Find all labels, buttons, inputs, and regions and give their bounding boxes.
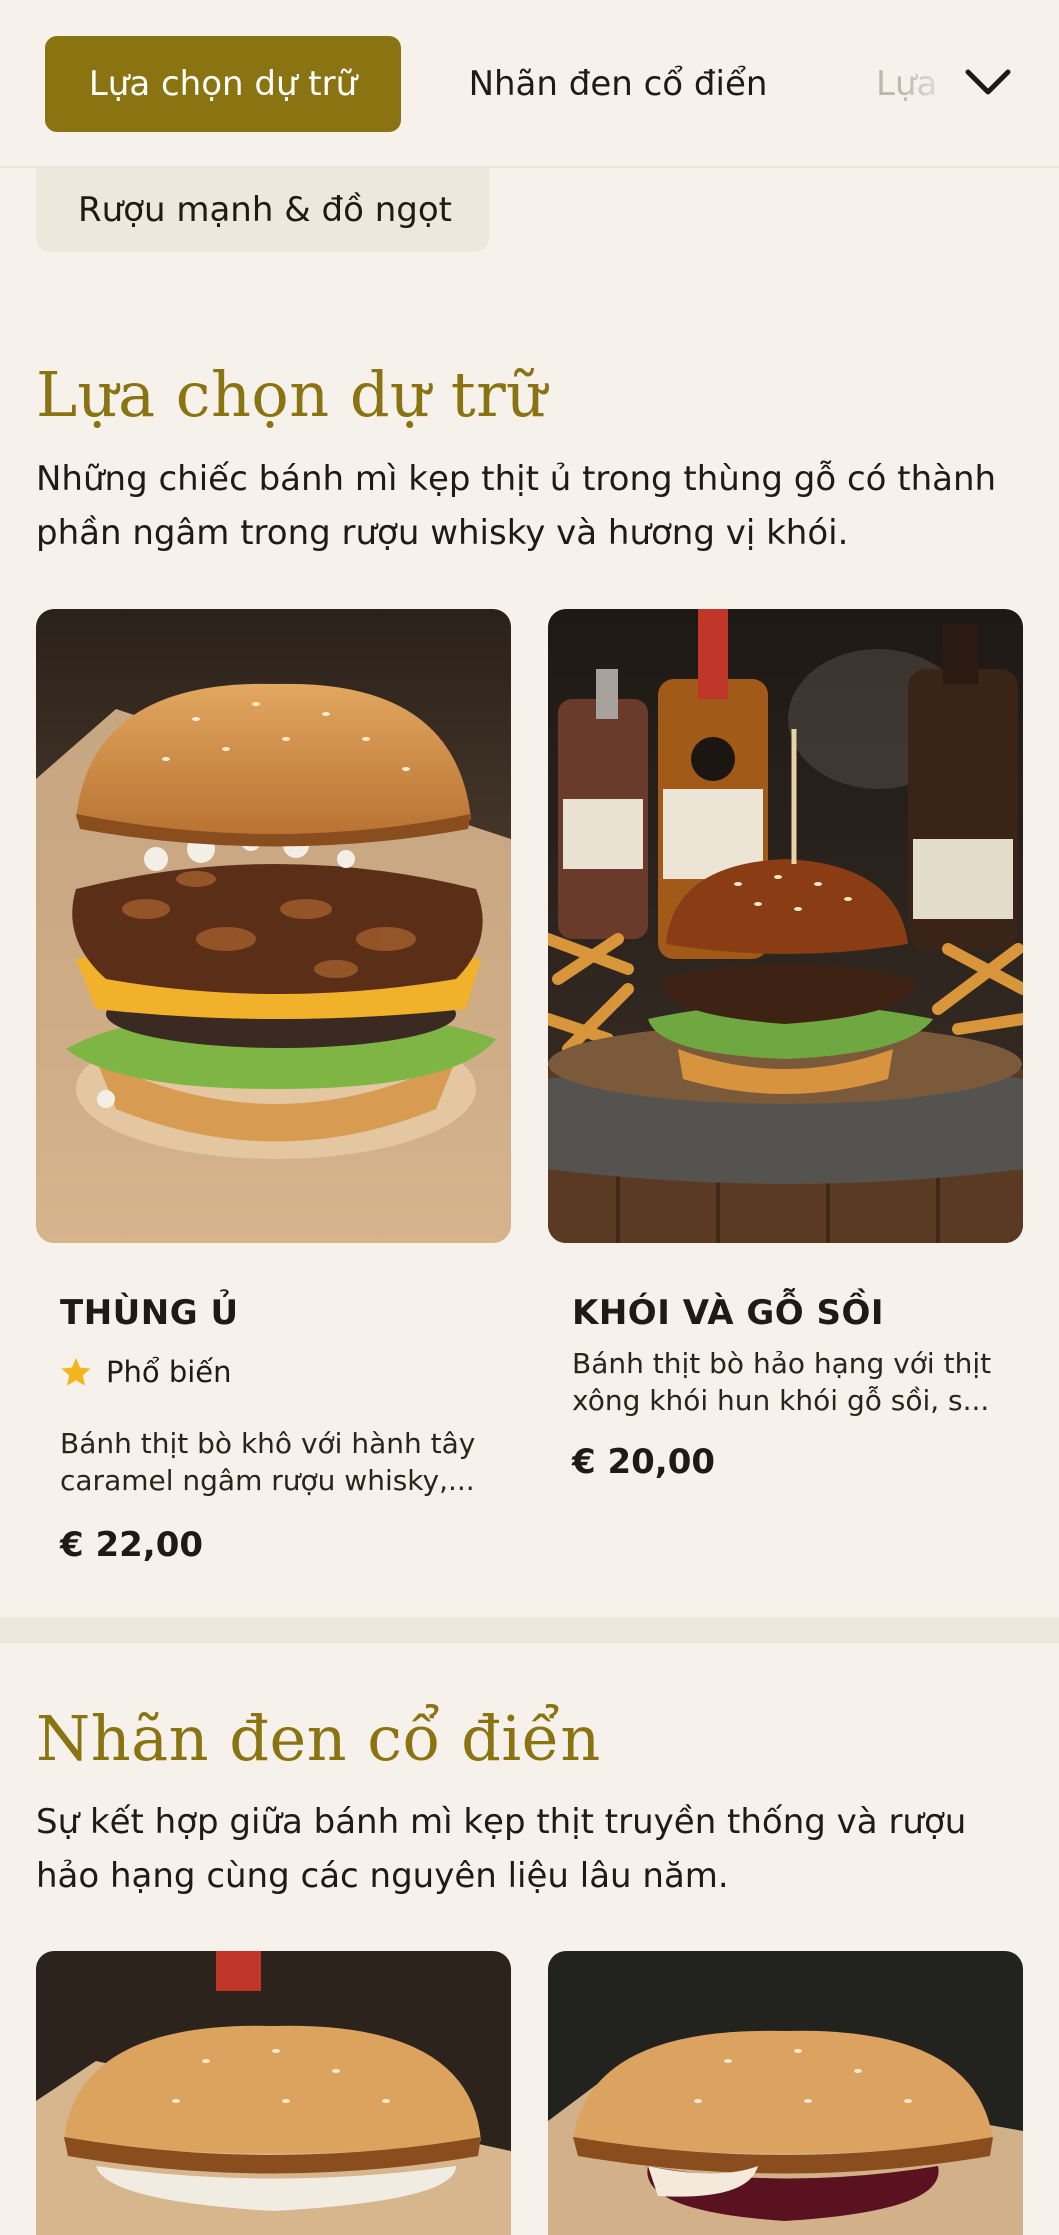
menu-item-image[interactable] bbox=[548, 609, 1023, 1243]
section-description-reserve: Những chiếc bánh mì kẹp thịt ủ trong thù… bbox=[36, 452, 1026, 560]
chevron-down-icon[interactable] bbox=[960, 58, 1016, 108]
menu-item-description: Bánh thịt bò hảo hạng với thịt xông khói… bbox=[572, 1345, 1002, 1419]
section-title-reserve: Lựa chọn dự trữ bbox=[36, 358, 547, 431]
menu-item-image[interactable] bbox=[36, 609, 511, 1243]
tab-fade-overlay bbox=[900, 36, 960, 132]
section-description-line: hảo hạng cùng các nguyên liệu lâu năm. bbox=[36, 1856, 729, 1896]
menu-item-image[interactable] bbox=[548, 1951, 1023, 2235]
section-divider bbox=[0, 1617, 1059, 1643]
section-description-line: phần ngâm trong rượu whisky và hương vị … bbox=[36, 513, 849, 553]
menu-item-description: Bánh thịt bò khô với hành tây caramel ng… bbox=[60, 1425, 490, 1499]
section-description-line: Sự kết hợp giữa bánh mì kẹp thịt truyền … bbox=[36, 1802, 967, 1842]
section-description-line: Những chiếc bánh mì kẹp thịt ủ trong thù… bbox=[36, 459, 997, 499]
badge-label: Phổ biến bbox=[106, 1355, 232, 1389]
star-icon bbox=[61, 1358, 91, 1386]
description-line: xông khói hun khói gỗ sồi, s... bbox=[572, 1384, 990, 1417]
description-line: Bánh thịt bò hảo hạng với thịt bbox=[572, 1347, 992, 1380]
menu-item-name: KHÓI VÀ GỖ SỒI bbox=[572, 1293, 885, 1333]
menu-item-image[interactable] bbox=[36, 1951, 511, 2235]
description-line: caramel ngâm rượu whisky,... bbox=[60, 1464, 475, 1497]
tab-reserve-selection[interactable]: Lựa chọn dự trữ bbox=[45, 36, 401, 132]
menu-item-price: € 20,00 bbox=[572, 1442, 716, 1482]
section-description-classic: Sự kết hợp giữa bánh mì kẹp thịt truyền … bbox=[36, 1795, 1026, 1903]
popular-badge: Phổ biến bbox=[60, 1355, 232, 1389]
section-title-classic: Nhãn đen cổ điển bbox=[36, 1702, 601, 1775]
menu-item-price: € 22,00 bbox=[60, 1525, 204, 1565]
description-line: Bánh thịt bò khô với hành tây bbox=[60, 1427, 476, 1460]
tab-spirits-desserts[interactable]: Rượu mạnh & đồ ngọt bbox=[36, 168, 489, 252]
category-nav: Lựa chọn dự trữ Nhãn đen cổ điển Lựa bbox=[0, 0, 1059, 168]
tab-classic-black-label[interactable]: Nhãn đen cổ điển bbox=[440, 36, 796, 132]
menu-item-name: THÙNG Ủ bbox=[60, 1293, 239, 1333]
